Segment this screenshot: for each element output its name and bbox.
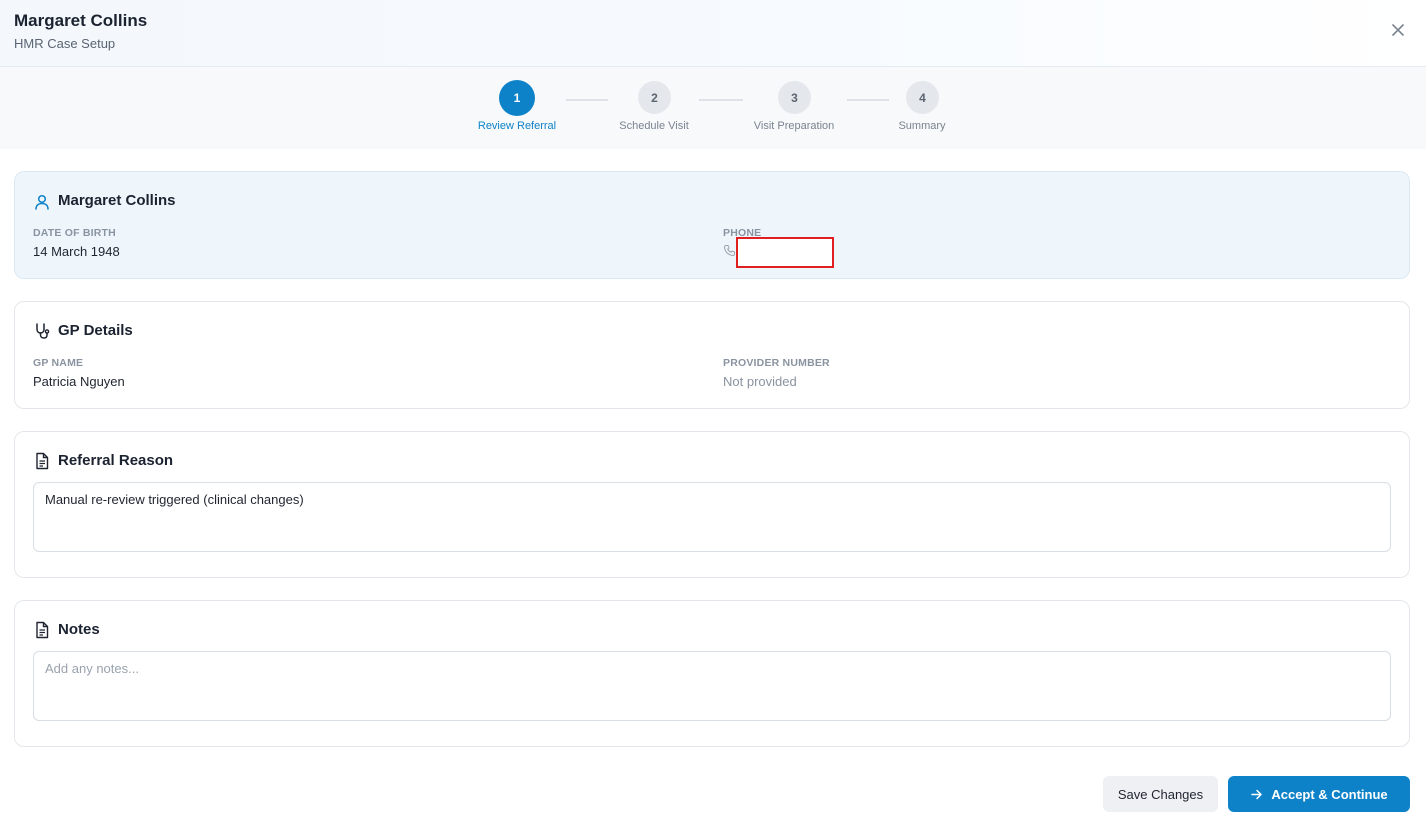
step-number: 2: [638, 81, 671, 114]
phone-icon: [723, 245, 735, 257]
redaction-box: [736, 237, 834, 268]
gp-card-title: GP Details: [58, 322, 133, 339]
dob-label: DATE OF BIRTH: [33, 227, 116, 239]
dob-value: 14 March 1948: [33, 244, 120, 259]
document-icon: [36, 452, 49, 470]
arrow-right-icon: [1251, 789, 1263, 799]
modal-title: Margaret Collins: [14, 11, 148, 30]
step-label: Visit Preparation: [753, 120, 835, 132]
close-button[interactable]: [1388, 20, 1408, 40]
stethoscope-icon: [36, 323, 50, 339]
save-changes-button[interactable]: Save Changes: [1103, 776, 1218, 812]
step-label: Summary: [898, 120, 946, 132]
referral-card-title: Referral Reason: [58, 452, 174, 469]
gp-name-value: Patricia Nguyen: [33, 374, 125, 389]
step-number: 1: [499, 80, 535, 116]
step-connector: [699, 99, 743, 101]
progress-stepper: [0, 67, 1426, 149]
provider-number-value: Not provided: [723, 374, 797, 389]
patient-card: Margaret Collins DATE OF BIRTH 14 March …: [14, 171, 1410, 279]
close-icon: [1392, 24, 1404, 36]
referral-reason-input[interactable]: [33, 482, 1391, 552]
provider-number-label: PROVIDER NUMBER: [723, 357, 830, 369]
notes-card: Notes: [14, 600, 1410, 747]
modal-header: Margaret Collins HMR Case Setup: [0, 0, 1426, 67]
step-connector: [566, 99, 608, 101]
patient-name: Margaret Collins: [58, 192, 176, 209]
gp-details-card: GP Details GP NAME Patricia Nguyen PROVI…: [14, 301, 1410, 409]
accept-continue-button[interactable]: Accept & Continue: [1228, 776, 1410, 812]
accept-continue-label: Accept & Continue: [1271, 786, 1388, 802]
step-label: Schedule Visit: [619, 120, 689, 132]
referral-reason-card: Referral Reason: [14, 431, 1410, 578]
step-connector: [847, 99, 889, 101]
step-number: 3: [778, 81, 811, 114]
notes-input[interactable]: [33, 651, 1391, 721]
step-number: 4: [906, 81, 939, 114]
document-icon: [36, 621, 49, 639]
gp-name-label: GP NAME: [33, 357, 84, 369]
notes-card-title: Notes: [58, 621, 100, 638]
user-icon: [35, 194, 49, 210]
modal-subtitle: HMR Case Setup: [14, 36, 116, 51]
step-label: Review Referral: [477, 120, 557, 132]
